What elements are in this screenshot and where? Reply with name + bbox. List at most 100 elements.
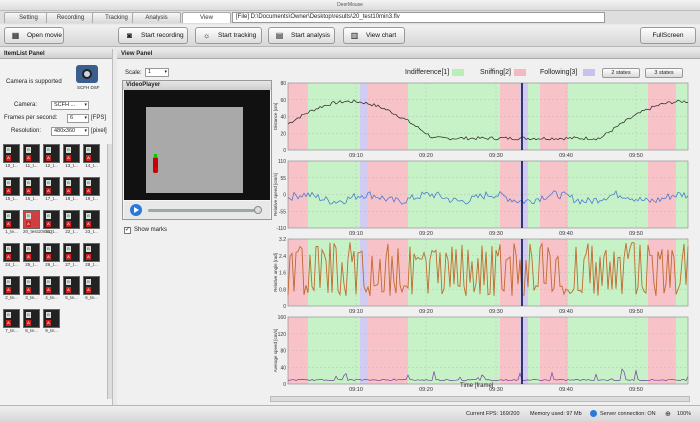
- thumbnail-caption: 2_te...: [5, 295, 18, 300]
- thumbnail-image: BA: [3, 177, 20, 196]
- seek-handle[interactable]: [254, 206, 262, 214]
- movie-thumbnail[interactable]: B A 12_t...: [43, 144, 60, 170]
- mouse-icon: ☼: [202, 31, 211, 40]
- x-tick-label: 09:40: [559, 153, 573, 159]
- thumbnail-image: BA: [83, 144, 100, 163]
- y-axis-label: Relative angle [rad]: [273, 253, 278, 292]
- movie-thumbnail[interactable]: B A 6_te...: [83, 276, 100, 302]
- thumbnail-caption: 10_t...: [5, 163, 18, 168]
- thumbnail-image: BA: [23, 177, 40, 196]
- movie-thumbnail[interactable]: B A 17_t...: [43, 177, 60, 203]
- camera-label: Camera:: [14, 102, 38, 108]
- thumb-scrollbar[interactable]: [107, 144, 112, 399]
- thumbnail-caption: 3_te...: [25, 295, 38, 300]
- movie-thumbnail[interactable]: B A 16_t...: [23, 177, 40, 203]
- movie-thumbnail[interactable]: B A 3_te...: [23, 276, 40, 302]
- start-tracking-button[interactable]: ☼ Start tracking: [195, 27, 262, 44]
- movie-thumbnail[interactable]: B A 5_te...: [63, 276, 80, 302]
- thumbnail-image: BA: [23, 210, 40, 229]
- file-path-field[interactable]: [File] D:\Documents\Owner\Desktop\result…: [232, 12, 605, 23]
- camera-select[interactable]: SCFH ...: [51, 101, 89, 110]
- thumbnail-caption: 7_te...: [5, 328, 18, 333]
- y-axis-label: Distance [cm]: [273, 103, 278, 130]
- movie-thumbnail[interactable]: B A 28_t...: [83, 243, 100, 269]
- movie-thumbnail[interactable]: B A 9_te...: [43, 309, 60, 335]
- scale-label: Scale:: [125, 70, 142, 76]
- x-tick-label: 09:30: [489, 309, 503, 315]
- chart-horizontal-scrollbar[interactable]: [270, 396, 690, 402]
- movie-thumbnail[interactable]: B A 13_t...: [63, 144, 80, 170]
- legend-sniffing-label: Sniffing[2]: [480, 69, 512, 76]
- x-tick-label: 09:50: [629, 231, 643, 237]
- view-chart-button[interactable]: ▥ View chart: [343, 27, 405, 44]
- movie-thumbnail[interactable]: B A 14_t...: [83, 144, 100, 170]
- open-movie-button[interactable]: ▦ Open movie: [4, 27, 64, 44]
- y-tick-label: 20: [280, 131, 286, 137]
- zoom-icon[interactable]: ⊕: [665, 410, 671, 418]
- show-marks-checkbox[interactable]: ✓: [124, 227, 131, 234]
- tab-view[interactable]: View: [182, 12, 231, 23]
- movie-thumbnail[interactable]: B A 22_t...: [63, 210, 80, 236]
- start-analysis-label: Start analysis: [291, 32, 331, 39]
- y-tick-label: 160: [278, 315, 287, 321]
- resolution-unit: [pixel]: [91, 128, 107, 134]
- movie-thumbnail[interactable]: B A 18_t...: [63, 177, 80, 203]
- movie-thumbnail[interactable]: B A 19_t...: [83, 177, 100, 203]
- movie-thumbnail[interactable]: B A 21_t...: [43, 210, 60, 236]
- movie-thumbnail[interactable]: B A 25_t...: [23, 243, 40, 269]
- three-states-button[interactable]: 3 states: [645, 68, 683, 78]
- movie-thumbnail[interactable]: B A 20_test10min3: [23, 210, 53, 236]
- fullscreen-button[interactable]: FullScreen: [640, 27, 696, 44]
- movie-thumbnail[interactable]: B A 8_te...: [23, 309, 40, 335]
- movie-thumbnail[interactable]: B A 2_te...: [3, 276, 20, 302]
- thumbnail-caption: 26_t...: [45, 262, 58, 267]
- tab-recording[interactable]: Recording: [46, 12, 95, 23]
- x-axis-title: Time [frame]: [460, 383, 494, 389]
- status-fps: Current FPS: 169/200: [466, 411, 520, 417]
- movie-thumbnail[interactable]: B A 4_te...: [43, 276, 60, 302]
- y-tick-label: 0.8: [279, 287, 286, 293]
- movie-thumbnail[interactable]: B A 10_t...: [3, 144, 20, 170]
- tab-analysis[interactable]: Analysis: [132, 12, 181, 23]
- movie-thumbnail[interactable]: B A 23_t...: [83, 210, 100, 236]
- thumbnail-image: BA: [23, 243, 40, 262]
- y-tick-label: 60: [280, 98, 286, 104]
- thumbnail-image: BA: [23, 309, 40, 328]
- window-title: DeerMouse: [337, 2, 363, 8]
- x-tick-label: 09:10: [349, 153, 363, 159]
- legend-following-swatch: [583, 69, 595, 76]
- seek-bar[interactable]: [148, 209, 258, 212]
- x-tick-label: 09:20: [419, 153, 433, 159]
- play-icon: [134, 207, 139, 213]
- x-tick-label: 09:30: [489, 231, 503, 237]
- start-tracking-label: Start tracking: [218, 32, 257, 39]
- x-tick-label: 09:50: [629, 387, 643, 392]
- fps-stepper[interactable]: 6: [67, 114, 89, 123]
- legend-following-label: Following[3]: [540, 69, 578, 76]
- thumbnail-caption: 27_t...: [65, 262, 78, 267]
- thumbnail-caption: 21_t...: [45, 229, 58, 234]
- thumbnail-image: BA: [43, 309, 60, 328]
- scale-select[interactable]: 1: [145, 68, 169, 77]
- y-axis-label: Relative speed [cm/s]: [273, 173, 278, 216]
- play-button[interactable]: [130, 204, 142, 216]
- movie-thumbnail[interactable]: B A 24_t...: [3, 243, 20, 269]
- thumbnail-caption: 24_t...: [5, 262, 18, 267]
- thumbnail-caption: 9_te...: [45, 328, 58, 333]
- start-recording-button[interactable]: ◙ Start recording: [118, 27, 188, 44]
- thumbnail-image: BA: [23, 276, 40, 295]
- y-tick-label: 0: [283, 148, 286, 154]
- y-tick-label: 120: [278, 332, 287, 338]
- resolution-select[interactable]: 480x360: [51, 127, 89, 136]
- movie-thumbnail[interactable]: B A 27_t...: [63, 243, 80, 269]
- two-states-button[interactable]: 2 states: [602, 68, 640, 78]
- movie-thumbnail[interactable]: B A 7_te...: [3, 309, 20, 335]
- movie-thumbnail[interactable]: B A 11_t...: [23, 144, 40, 170]
- movie-thumbnail[interactable]: B A 26_t...: [43, 243, 60, 269]
- legend-indifference-label: Indifference[1]: [405, 69, 450, 76]
- camera-status-text: Camera is supported: [6, 79, 62, 85]
- thumbnail-caption: 4_te...: [45, 295, 58, 300]
- movie-thumbnail[interactable]: B A 1_te...: [3, 210, 20, 236]
- start-analysis-button[interactable]: ▤ Start analysis: [268, 27, 335, 44]
- movie-thumbnail[interactable]: B A 15_t...: [3, 177, 20, 203]
